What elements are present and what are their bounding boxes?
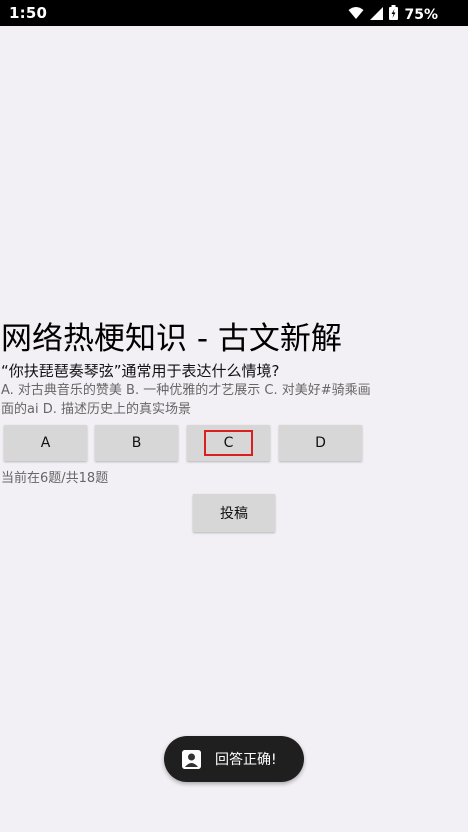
progress-text: 当前在6题/共18题 (1, 471, 109, 486)
answer-label-b: B (131, 435, 142, 451)
wifi-icon (348, 5, 364, 24)
answer-label-d: D (315, 435, 326, 451)
status-icons: 75% (348, 5, 438, 24)
question-text: “你扶琵琶奏琴弦”通常用于表达什么情境? (1, 362, 280, 380)
app-icon (182, 749, 201, 769)
toast-text: 回答正确! (215, 752, 277, 768)
answer-button-d[interactable]: D (279, 425, 362, 461)
battery-charging-icon (389, 5, 399, 24)
answer-button-c[interactable]: C (187, 425, 270, 461)
answer-button-a[interactable]: A (4, 425, 87, 461)
battery-percent: 75% (404, 6, 438, 23)
options-text: A. 对古典音乐的赞美 B. 一种优雅的才艺展示 C. 对美好#骑乘画面的ai … (1, 383, 371, 417)
status-time: 1:50 (9, 4, 48, 22)
status-bar: 1:50 75% (0, 0, 468, 26)
signal-icon (370, 5, 384, 24)
submit-button[interactable]: 投稿 (193, 494, 275, 532)
toast: 回答正确! (164, 736, 304, 782)
answer-button-b[interactable]: B (95, 425, 178, 461)
answer-label-a: A (40, 435, 51, 451)
quiz-title: 网络热梗知识 - 古文新解 (1, 321, 342, 357)
answer-label-c: C (203, 430, 254, 456)
